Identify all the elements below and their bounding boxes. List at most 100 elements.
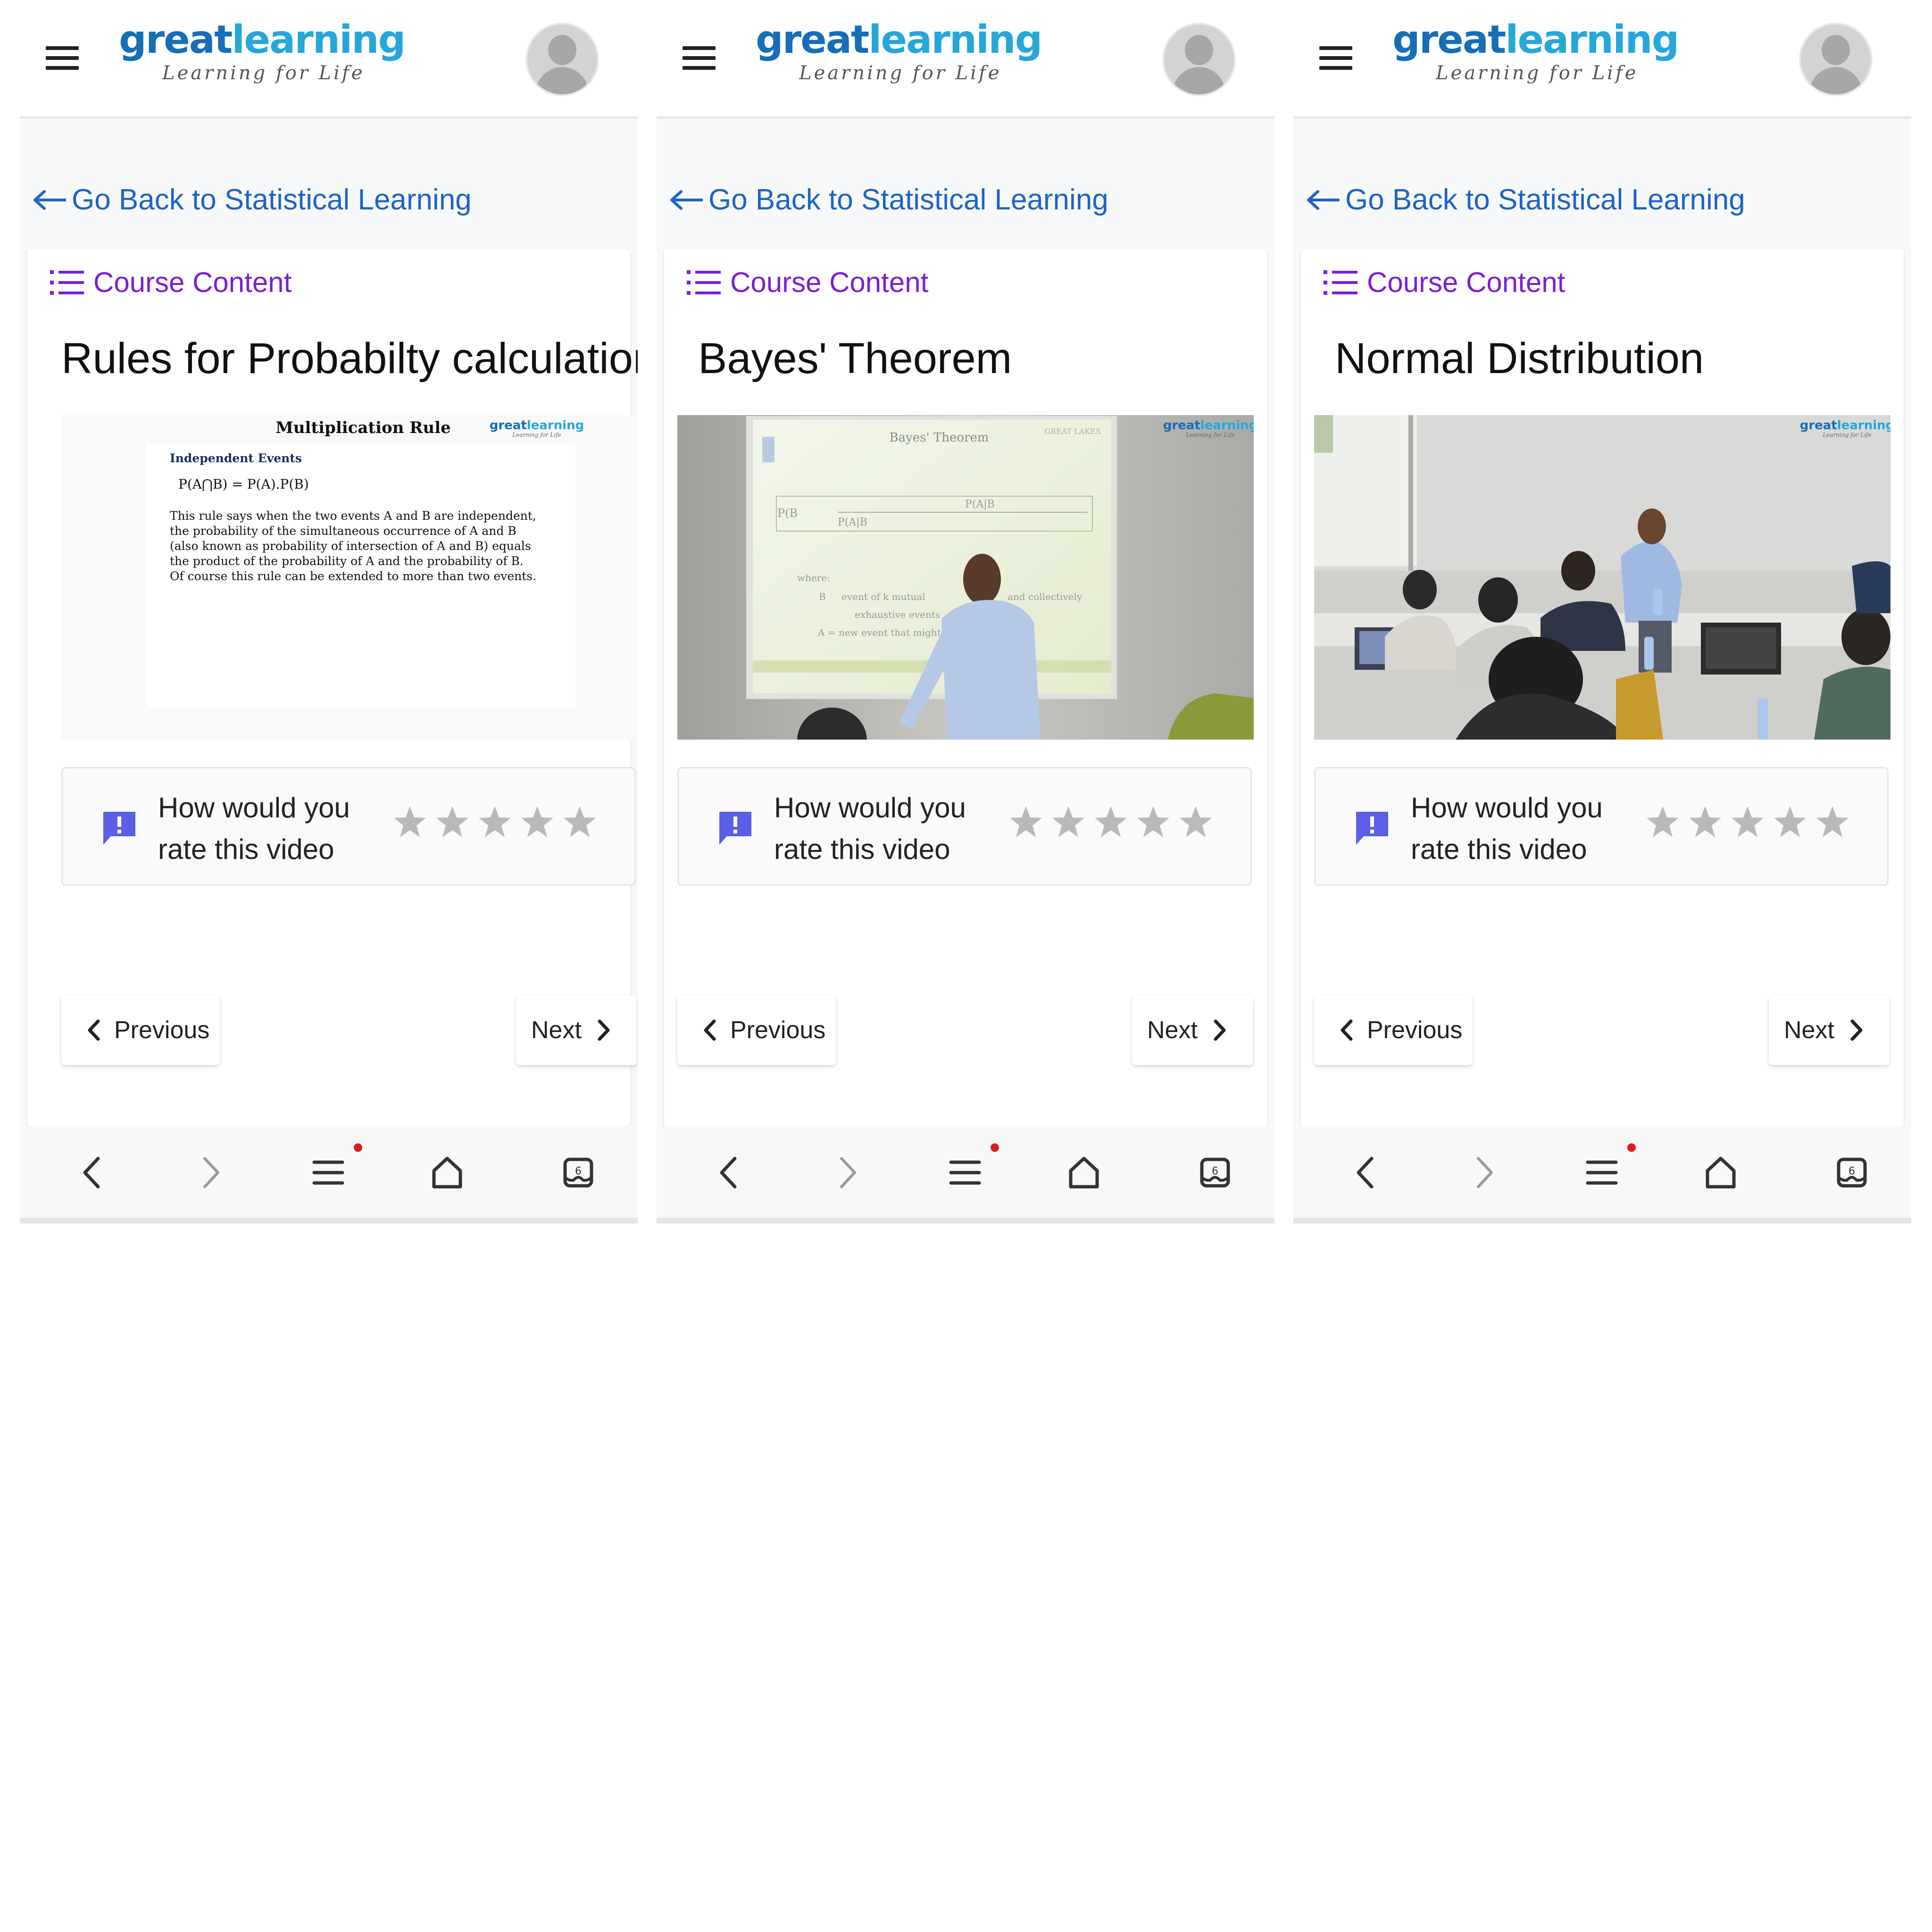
course-content-button[interactable]: Course Content [1322,266,1565,299]
chevron-left-icon [88,1019,100,1041]
browser-toolbar: 6 [20,1126,638,1224]
browser-back-icon[interactable] [74,1154,111,1191]
video-watermark-tagline: Learning for Life [1185,432,1234,438]
star-icon[interactable] [435,805,469,839]
hamburger-icon[interactable] [46,46,79,70]
browser-forward-icon[interactable] [192,1154,229,1191]
previous-button[interactable]: Previous [61,995,220,1065]
slide-body-line: Of course this rule can be extended to m… [170,569,536,583]
greatlearning-logo[interactable]: greatlearning Learning for Life [1392,21,1679,84]
screen-line3: A = new event that might i [817,627,947,638]
greatlearning-logo[interactable]: greatlearning Learning for Life [119,21,406,84]
phone-screen-3: greatlearning Learning for Life Go Back … [1293,0,1911,1224]
back-link-label: Go Back to Statistical Learning [708,183,1108,216]
tabs-icon[interactable]: 6 [559,1154,597,1191]
star-icon[interactable] [563,805,597,839]
home-icon[interactable] [1702,1154,1740,1191]
user-avatar-icon[interactable] [525,23,599,96]
slide-body-line: the product of the probability of A and … [170,554,524,568]
star-icon[interactable] [1773,805,1807,839]
lecture-card: Course Content Normal Distribution great… [1301,249,1904,1126]
notification-dot [991,1143,999,1152]
slide-body-line: (also known as probability of intersecti… [170,539,531,553]
screen-title: Bayes' Theorem [889,431,989,445]
next-button[interactable]: Next [1132,995,1253,1065]
star-icon[interactable] [1009,805,1043,839]
tabs-icon[interactable]: 6 [1833,1154,1871,1191]
hamburger-icon[interactable] [683,46,716,70]
phone-screen-1: greatlearning Learning for Life Go Back … [20,0,638,1224]
menu-lines-icon[interactable] [946,1154,984,1191]
lecture-title: Rules for Probabilty calculation [61,334,638,383]
star-icon[interactable] [1815,805,1849,839]
star-icon[interactable] [520,805,554,839]
course-content-button[interactable]: Course Content [48,266,291,299]
tab-count: 6 [1849,1166,1855,1177]
video-watermark-tagline: Learning for Life [1822,432,1871,438]
rate-video-box: How would you rate this video [677,767,1252,886]
previous-label: Previous [1367,1016,1463,1044]
screen-line1b: event of k mutual [841,591,925,602]
message-alert-icon [103,812,135,845]
home-icon[interactable] [428,1154,466,1191]
notification-dot [354,1143,362,1152]
next-button[interactable]: Next [1769,995,1890,1065]
browser-toolbar: 6 [1293,1126,1911,1224]
arrow-left-icon [670,190,703,210]
video-player[interactable]: greatlearning Learning for Life [1314,415,1890,740]
slide-title: Multiplication Rule [275,418,451,437]
menu-lines-icon[interactable] [1583,1154,1621,1191]
student-head [1403,570,1437,609]
screen-line1c: and collectively [1008,591,1083,602]
greatlearning-logo[interactable]: greatlearning Learning for Life [756,21,1042,84]
lecture-title: Bayes' Theorem [698,334,1012,383]
user-avatar-icon[interactable] [1799,23,1873,96]
screen-brand: GREAT LAKES [1044,427,1101,436]
video-frame-classroom: greatlearning Learning for Life [1314,415,1890,740]
back-to-course-link[interactable]: Go Back to Statistical Learning [1306,183,1745,217]
star-icon[interactable] [1094,805,1128,839]
video-frame-slide: Multiplication Rule greatlearning Learni… [61,415,638,740]
back-to-course-link[interactable]: Go Back to Statistical Learning [669,183,1108,217]
video-watermark-tagline: Learning for Life [512,432,561,438]
star-icon[interactable] [1646,805,1680,839]
course-content-label: Course Content [730,266,929,298]
browser-back-icon[interactable] [710,1154,748,1191]
star-icon[interactable] [393,805,427,839]
next-button[interactable]: Next [516,995,637,1065]
chevron-left-icon [1341,1019,1353,1041]
star-icon[interactable] [1051,805,1085,839]
user-avatar-icon[interactable] [1162,23,1236,96]
star-rating [1009,805,1213,839]
browser-back-icon[interactable] [1347,1154,1385,1191]
video-frame-projector: Bayes' Theorem GREAT LAKES P(B P(A|B P(A… [677,415,1254,740]
browser-forward-icon[interactable] [1465,1154,1503,1191]
back-to-course-link[interactable]: Go Back to Statistical Learning [32,183,472,217]
star-icon[interactable] [1136,805,1170,839]
tab-count: 6 [1212,1166,1218,1177]
browser-forward-icon[interactable] [828,1154,866,1191]
course-content-button[interactable]: Course Content [685,266,928,299]
video-player[interactable]: Multiplication Rule greatlearning Learni… [61,415,638,740]
list-icon [1324,270,1357,295]
tabs-icon[interactable]: 6 [1196,1154,1234,1191]
home-icon[interactable] [1065,1154,1103,1191]
next-label: Next [1147,1016,1198,1044]
star-icon[interactable] [1179,805,1213,839]
logo-word-secondary: learning [1505,17,1679,62]
previous-button[interactable]: Previous [677,995,836,1065]
slide-subtitle: Independent Events [170,451,302,465]
previous-label: Previous [730,1016,826,1044]
previous-button[interactable]: Previous [1314,995,1473,1065]
menu-lines-icon[interactable] [309,1154,347,1191]
star-icon[interactable] [478,805,512,839]
hamburger-icon[interactable] [1319,46,1352,70]
presenter-head [963,554,1001,605]
video-player[interactable]: Bayes' Theorem GREAT LAKES P(B P(A|B P(A… [677,415,1254,740]
star-icon[interactable] [1731,805,1765,839]
rate-prompt-line1: How would you [158,792,350,824]
video-watermark: greatlearning [1163,418,1254,433]
screen-formula-den: P(A|B [838,516,867,528]
star-icon[interactable] [1688,805,1722,839]
student-head [1841,608,1890,665]
